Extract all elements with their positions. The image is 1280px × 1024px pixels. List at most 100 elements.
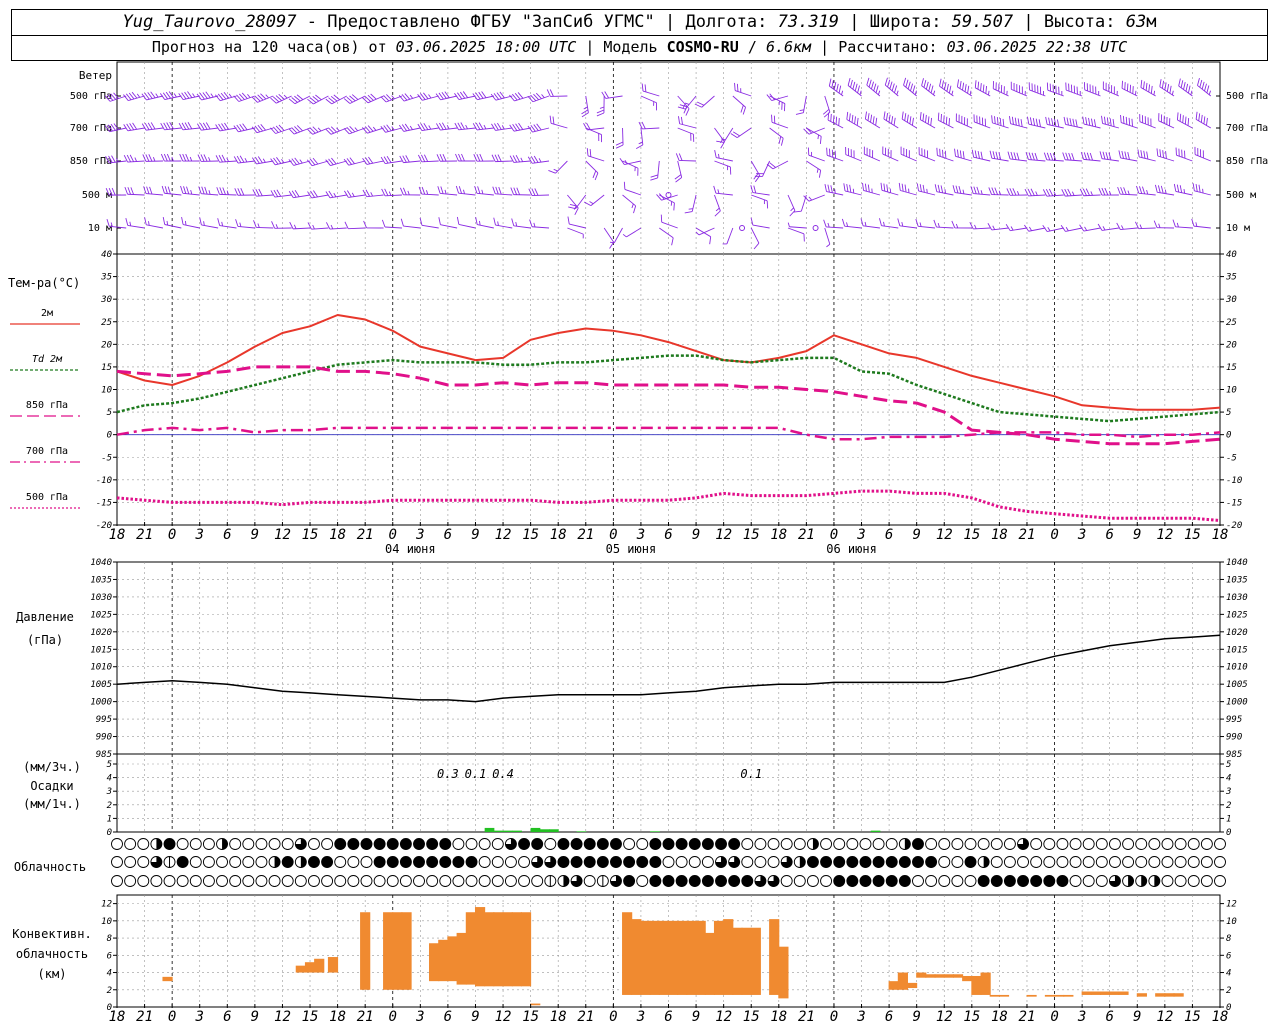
cloud-circle [925, 838, 938, 850]
wind-barb-feather [1098, 187, 1103, 196]
cloud-fill [1128, 875, 1134, 887]
wind-barb [640, 95, 657, 111]
y-tick-label: 1 [1226, 814, 1231, 824]
x-tick-label: 3 [1077, 527, 1086, 543]
cloud-circle [111, 856, 123, 868]
cloud-fill [812, 838, 819, 850]
wind-barb [622, 194, 637, 214]
x-tick-label: 12 [936, 527, 953, 543]
cloud-cover-symbol [898, 856, 911, 868]
wind-barb-feather [1158, 223, 1161, 228]
wind-barb-feather [219, 187, 223, 195]
cloud-circle [1187, 875, 1200, 887]
cloud-circle [701, 856, 714, 868]
wind-barb [456, 216, 476, 229]
cloud-circle [662, 856, 675, 868]
cloud-fill [663, 838, 674, 850]
wind-barb [956, 79, 973, 97]
wind-barb-feather [808, 196, 813, 201]
cloud-circle [334, 856, 347, 868]
conv-bar [622, 912, 633, 995]
wind-barb [251, 124, 274, 134]
conv-bar [916, 972, 927, 978]
cloud-cover-symbol [544, 838, 557, 850]
cloud-cover-symbol [386, 856, 399, 868]
cloud-cover-symbol [478, 838, 491, 850]
wind-barb [934, 184, 954, 196]
wind-barb [1173, 183, 1193, 196]
wind-barb-feather [623, 181, 626, 190]
cloud-circle [1214, 838, 1226, 850]
cloud-fill [676, 875, 688, 887]
wind-barb-feather [962, 189, 965, 194]
wind-barb [771, 114, 789, 129]
cloud-circle [347, 856, 360, 868]
cloud-cover-symbol [150, 856, 163, 868]
conv-bar [1109, 991, 1120, 995]
cloud-fill [413, 856, 425, 868]
wind-barb-feather [1048, 188, 1054, 196]
cloud-cover-symbol [1003, 875, 1016, 887]
wind-barb-feather [720, 141, 725, 149]
wind-barb-feather [330, 224, 334, 230]
wind-barb-feather [1010, 81, 1012, 90]
wind-barb-feather [283, 94, 288, 99]
wind-barb [509, 92, 531, 102]
x-tick-label: 18 [770, 527, 787, 543]
wind-barb-feather [515, 154, 521, 163]
cloud-cover-symbol [1200, 856, 1213, 868]
precip-3h-label: 0.1 [465, 767, 487, 781]
wind-barb-feather [846, 184, 849, 192]
cloud-fill [799, 856, 806, 868]
wind-barb-feather [399, 187, 404, 196]
wind-barb-feather [1123, 187, 1127, 195]
wind-barb-feather [1136, 185, 1140, 194]
wind-barb-feather [1035, 118, 1039, 127]
x-tick-label: 21 [1019, 527, 1036, 543]
wind-barb-feather [155, 93, 159, 98]
y-tick-label: -15 [1226, 498, 1242, 508]
wind-barb [307, 190, 329, 199]
cloud-cover-symbol [688, 875, 701, 887]
wind-barb [362, 93, 384, 104]
wind-barb-feather [846, 222, 849, 227]
y-tick-label: 1000 [1226, 698, 1248, 708]
cloud-circle [780, 838, 793, 850]
temperature-panel: -20 -20-15 -15-10 -10-5 -50 05 510 1015 1520 2025… [96, 250, 1243, 556]
wind-barb-feather [149, 186, 153, 195]
conv-bar [925, 974, 936, 978]
cloud-circle [1214, 856, 1226, 868]
x-tick-label: 12 [274, 527, 291, 543]
x-tick-label: 9 [251, 527, 259, 543]
cloud-circle [189, 875, 202, 887]
wind-barb [882, 146, 899, 162]
cloud-circle [124, 875, 137, 887]
cloud-cover-symbol [413, 838, 425, 850]
cloud-cover-symbol [1030, 838, 1043, 850]
x-tick-label: 21 [136, 527, 153, 543]
wind-barb [828, 78, 844, 97]
cloud-cover-symbol [898, 838, 911, 850]
cloud-cover-symbol [596, 838, 609, 850]
wind-barb-feather [1068, 152, 1072, 161]
wind-barb-feather [239, 222, 242, 227]
wind-barb [609, 227, 623, 244]
cloud-cover-symbol [728, 856, 741, 868]
wind-barb-feather [974, 150, 977, 158]
wind-barb-feather [1071, 153, 1075, 161]
cloud-cover-symbol [465, 875, 478, 887]
cloud-cover-symbol [124, 875, 137, 887]
wind-barb [529, 219, 550, 229]
cloud-fill [886, 875, 898, 887]
wind-barb [1082, 116, 1101, 129]
wind-barb [288, 190, 311, 199]
wind-barb-feather [1035, 191, 1038, 196]
wind-barb-feather [1056, 119, 1060, 128]
wind-barb [766, 160, 789, 170]
wind-barb [567, 227, 584, 239]
wind-barb-feather [959, 150, 962, 159]
cloud-cover-symbol [570, 838, 583, 850]
wind-barb-feather [826, 147, 828, 156]
wind-barb-feather [901, 183, 904, 192]
cloud-cover-symbol [242, 838, 255, 850]
